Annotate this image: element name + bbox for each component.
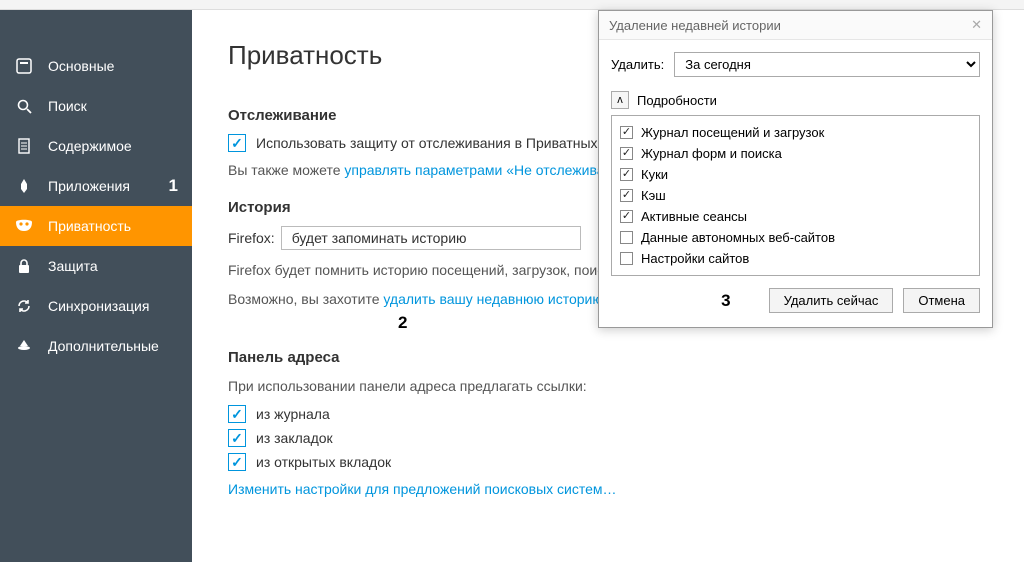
checkbox-label: Данные автономных веб-сайтов	[641, 230, 835, 245]
suggest-opentabs-label: из открытых вкладок	[256, 454, 391, 470]
forms-search-checkbox[interactable]	[620, 147, 633, 160]
suggest-bookmarks-checkbox[interactable]	[228, 429, 246, 447]
details-toggle[interactable]: ʌ Подробности	[611, 91, 980, 109]
sidebar-item-security[interactable]: Защита	[0, 246, 192, 286]
time-range-label: Удалить:	[611, 57, 664, 72]
sidebar-item-label: Основные	[48, 58, 178, 74]
sidebar-item-label: Дополнительные	[48, 338, 178, 354]
clear-history-dialog: Удаление недавней истории ✕ Удалить: За …	[598, 10, 993, 328]
sidebar-item-label: Синхронизация	[48, 298, 178, 314]
sidebar-item-label: Приватность	[48, 218, 178, 234]
preferences-sidebar: Основные Поиск Содержимое Приложения 1 П…	[0, 10, 192, 562]
details-checklist: Журнал посещений и загрузок Журнал форм …	[611, 115, 980, 276]
sidebar-item-general[interactable]: Основные	[0, 46, 192, 86]
history-prefix: Firefox:	[228, 230, 275, 246]
hat-icon	[14, 336, 34, 356]
maybe-prefix: Возможно, вы захотите	[228, 291, 383, 307]
suggest-history-label: из журнала	[256, 406, 330, 422]
document-icon	[14, 136, 34, 156]
close-icon[interactable]: ✕	[971, 17, 982, 33]
sidebar-item-label: Содержимое	[48, 138, 178, 154]
cache-checkbox[interactable]	[620, 189, 633, 202]
sidebar-item-content[interactable]: Содержимое	[0, 126, 192, 166]
sidebar-item-privacy[interactable]: Приватность	[0, 206, 192, 246]
checkbox-label: Настройки сайтов	[641, 251, 749, 266]
annotation-1: 1	[169, 176, 178, 196]
history-downloads-checkbox[interactable]	[620, 126, 633, 139]
checkbox-label: Кэш	[641, 188, 666, 203]
addressbar-heading: Панель адреса	[228, 349, 988, 366]
suggest-bookmarks-label: из закладок	[256, 430, 333, 446]
dialog-title: Удаление недавней истории	[609, 18, 781, 33]
rocket-icon	[14, 176, 34, 196]
delete-now-button[interactable]: Удалить сейчас	[769, 288, 894, 313]
checkbox-label: Журнал форм и поиска	[641, 146, 782, 161]
lock-icon	[14, 256, 34, 276]
checkbox-label: Журнал посещений и загрузок	[641, 125, 824, 140]
history-mode-select[interactable]: будет запоминать историю	[281, 226, 581, 250]
details-label: Подробности	[637, 93, 717, 108]
cancel-button[interactable]: Отмена	[903, 288, 980, 313]
general-icon	[14, 56, 34, 76]
search-engine-settings-link[interactable]: Изменить настройки для предложений поиск…	[228, 481, 617, 497]
mask-icon	[14, 216, 34, 236]
sync-icon	[14, 296, 34, 316]
checkbox-label: Куки	[641, 167, 668, 182]
cookies-checkbox[interactable]	[620, 168, 633, 181]
checkbox-label: Активные сеансы	[641, 209, 747, 224]
time-range-select[interactable]: За сегодня	[674, 52, 980, 77]
sidebar-item-label: Защита	[48, 258, 178, 274]
sidebar-item-sync[interactable]: Синхронизация	[0, 286, 192, 326]
clear-recent-history-link[interactable]: удалить вашу недавнюю историю	[383, 291, 602, 307]
tracking-protection-checkbox[interactable]	[228, 134, 246, 152]
tracking-protection-label: Использовать защиту от отслеживания в Пр…	[256, 135, 598, 151]
chevron-up-icon: ʌ	[611, 91, 629, 109]
sidebar-item-label: Поиск	[48, 98, 178, 114]
site-settings-checkbox[interactable]	[620, 252, 633, 265]
sidebar-item-advanced[interactable]: Дополнительные	[0, 326, 192, 366]
sidebar-item-search[interactable]: Поиск	[0, 86, 192, 126]
search-icon	[14, 96, 34, 116]
active-logins-checkbox[interactable]	[620, 210, 633, 223]
suggest-opentabs-checkbox[interactable]	[228, 453, 246, 471]
offline-data-checkbox[interactable]	[620, 231, 633, 244]
annotation-3: 3	[721, 291, 730, 311]
tracking-also-prefix: Вы также можете	[228, 162, 344, 178]
suggest-history-checkbox[interactable]	[228, 405, 246, 423]
addressbar-intro: При использовании панели адреса предлага…	[228, 376, 988, 397]
sidebar-item-applications[interactable]: Приложения 1	[0, 166, 192, 206]
manage-dnt-link[interactable]: управлять параметрами «Не отслеживать	[344, 162, 618, 178]
browser-tabbar	[0, 0, 1024, 10]
sidebar-item-label: Приложения	[48, 178, 163, 194]
